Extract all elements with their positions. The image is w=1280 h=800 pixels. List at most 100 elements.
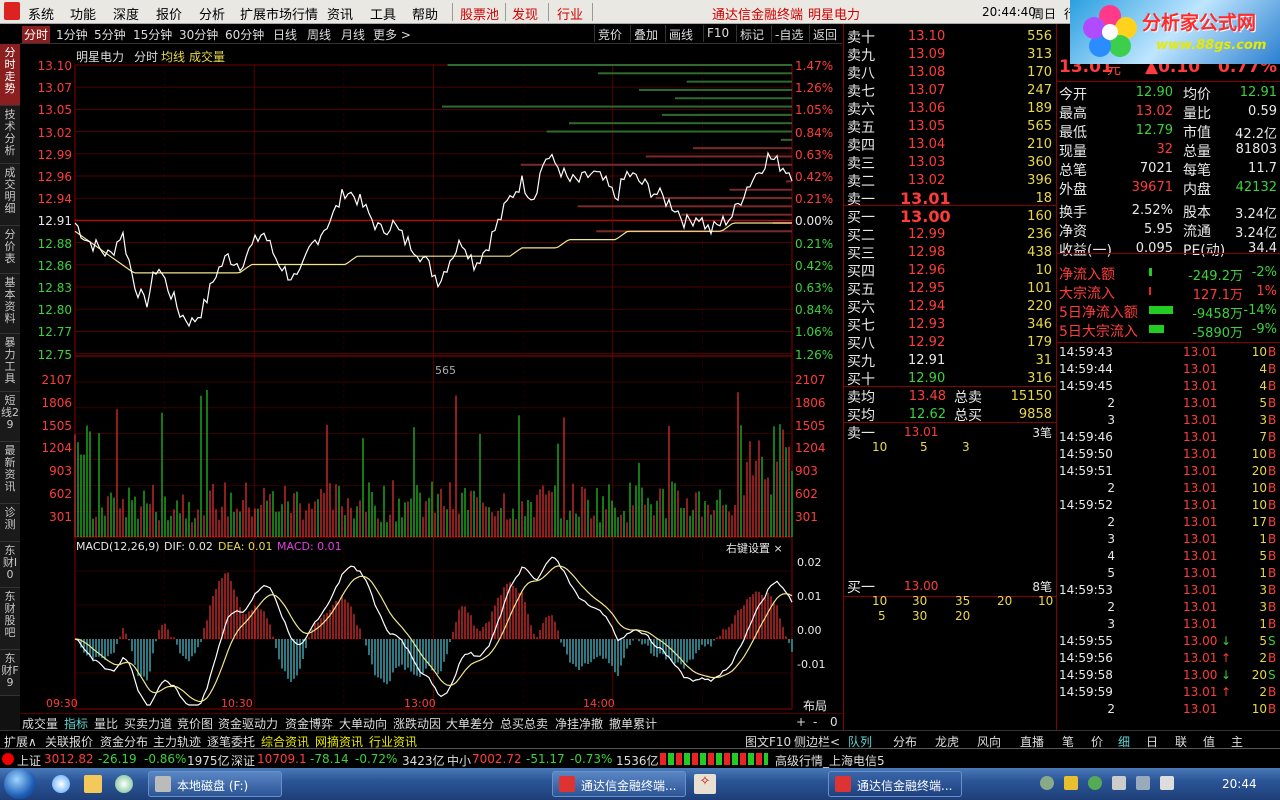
left-tab-dongcai-forum[interactable]: 东财股吧 (0, 588, 20, 650)
price-tick-label: 12.83 (37, 281, 72, 295)
period-tab-1min[interactable]: 1分钟 (56, 26, 88, 43)
period-tab-monthly[interactable]: 月线 (341, 26, 365, 43)
volume-tick-label: 903 (795, 464, 818, 479)
left-tab-diagnose[interactable]: 诊测 (0, 504, 20, 542)
period-tab-intraday[interactable]: 分时 (22, 26, 51, 43)
volume-tick-label: 1806 (795, 395, 826, 410)
queue-sell-order: 10 (872, 440, 888, 454)
red-app-icon[interactable]: ✧ (694, 774, 716, 794)
period-tab-daily[interactable]: 日线 (273, 26, 297, 43)
period-tab-15min[interactable]: 15分钟 (133, 26, 172, 43)
menu-news[interactable]: 资讯 (327, 4, 353, 23)
tick-direction: B (1268, 396, 1277, 410)
tray-shield-icon[interactable] (1088, 776, 1102, 790)
quote-label: 量比 (1183, 106, 1211, 122)
queue-buy-order: 20 (955, 609, 971, 623)
intraday-chart[interactable] (20, 45, 842, 713)
tray-monitor-icon[interactable] (1136, 776, 1150, 790)
tool-f10-button[interactable]: F10 (703, 25, 732, 42)
period-tab-5min[interactable]: 5分钟 (94, 26, 126, 43)
tick-direction: B (1268, 583, 1277, 597)
ie-icon[interactable] (52, 775, 70, 793)
menu-tools[interactable]: 工具 (370, 4, 396, 23)
queue-buy-order: 30 (912, 609, 928, 623)
quote-value: 12.91 (1239, 85, 1277, 100)
zoom-in-button[interactable]: + (796, 715, 806, 729)
period-tab-30min[interactable]: 30分钟 (179, 26, 218, 43)
left-tab-dongcai-f9[interactable]: 东财F9 (0, 650, 20, 696)
menu-analysis[interactable]: 分析 (199, 4, 225, 23)
menu-extended-market[interactable]: 扩展市场行情 (240, 4, 318, 23)
zoom-reset-button[interactable]: 0 (830, 715, 838, 729)
buy-level-volume: 316 (1027, 371, 1052, 386)
tick-direction: B (1268, 430, 1277, 444)
taskbar-item-tdx-2[interactable]: 通达信金融终端... (828, 771, 962, 797)
macd-tick-label: -0.01 (797, 658, 826, 671)
tool-mark-button[interactable]: 标记 (736, 25, 767, 42)
sell-level-volume: 360 (1027, 155, 1052, 170)
menu-discover[interactable]: 发现 (512, 4, 538, 23)
queue-buy-price: 13.00 (904, 579, 939, 593)
quote-value: 32 (1156, 142, 1173, 157)
tick-direction: S (1268, 634, 1276, 648)
queue-sell-label: 卖一 (847, 426, 875, 442)
tick-price: 13.01 (1183, 447, 1218, 461)
zoom-out-button[interactable]: - (813, 715, 817, 729)
buy-depth-bar (729, 188, 792, 191)
volume-tick-label: 1204 (41, 441, 72, 456)
menu-quote[interactable]: 报价 (156, 4, 182, 23)
layout-button[interactable]: 布局 (803, 697, 827, 714)
taskbar-item-tdx-1[interactable]: 通达信金融终端... (552, 771, 686, 797)
tray-network-icon[interactable] (1040, 776, 1054, 790)
menu-industry[interactable]: 行业 (557, 4, 583, 23)
left-tab-basic-info[interactable]: 基本资料 (0, 274, 20, 334)
flow-label: 大宗流入 (1059, 286, 1115, 302)
system-tray (1040, 776, 1200, 792)
tick-time: 2 (1107, 396, 1115, 410)
tray-volume-icon[interactable] (1160, 776, 1174, 790)
left-tab-price-table[interactable]: 分价表 (0, 226, 20, 274)
tool-draw-button[interactable]: 画线 (665, 25, 696, 42)
tray-flag-icon[interactable] (1112, 776, 1126, 790)
chart-grid (74, 64, 793, 710)
period-tab-60min[interactable]: 60分钟 (225, 26, 264, 43)
menu-depth[interactable]: 深度 (113, 4, 139, 23)
flow-label: 5日大宗流入 (1059, 324, 1138, 340)
sell-level-label: 卖三 (847, 156, 875, 172)
left-tab-latest-news[interactable]: 最新资讯 (0, 442, 20, 504)
sell-level-price: 13.07 (908, 83, 946, 98)
period-tab-more[interactable]: 更多 > (373, 26, 411, 43)
tool-auction-button[interactable]: 竞价 (594, 25, 625, 42)
period-tab-weekly[interactable]: 周线 (307, 26, 331, 43)
menu-function[interactable]: 功能 (70, 4, 96, 23)
tick-direction: B (1268, 685, 1277, 699)
tick-direction: B (1268, 379, 1277, 393)
app-logo-icon[interactable] (4, 2, 20, 20)
menu-stock-pool[interactable]: 股票池 (460, 4, 499, 23)
tool-back-button[interactable]: 返回 (809, 25, 840, 42)
tray-app-icon[interactable] (1064, 776, 1078, 790)
left-tab-short-29[interactable]: 短线29 (0, 392, 20, 442)
sell-level-price: 13.10 (908, 29, 946, 44)
left-tab-technical[interactable]: 技术分析 (0, 106, 20, 164)
macd-settings-button[interactable]: 右键设置 × (726, 540, 783, 556)
queue-buy-order: 10 (1038, 594, 1054, 608)
media-icon[interactable] (115, 775, 133, 793)
tick-price: 13.01 (1183, 362, 1218, 376)
left-tab-intraday[interactable]: 分时走势 (0, 44, 20, 106)
quote-value: 42132 (1235, 180, 1277, 195)
tool-remove-watch-button[interactable]: -自选 (771, 25, 806, 42)
macd-title: MACD(12,26,9) (76, 540, 160, 553)
percent-tick-label: 0.63% (795, 281, 834, 295)
start-button[interactable] (4, 769, 36, 799)
sell-level-price: 13.02 (908, 173, 946, 188)
menu-help[interactable]: 帮助 (412, 4, 438, 23)
tick-direction: B (1268, 447, 1277, 461)
left-tab-trades[interactable]: 成交明细 (0, 164, 20, 226)
left-tab-power-tools[interactable]: 暴力工具 (0, 334, 20, 392)
menu-system[interactable]: 系统 (28, 4, 54, 23)
tool-overlay-button[interactable]: 叠加 (630, 25, 661, 42)
explorer-icon[interactable] (84, 775, 102, 793)
taskbar-item-disk[interactable]: 本地磁盘 (F:) (148, 771, 282, 797)
left-tab-dongcai-io[interactable]: 东财I0 (0, 542, 20, 588)
